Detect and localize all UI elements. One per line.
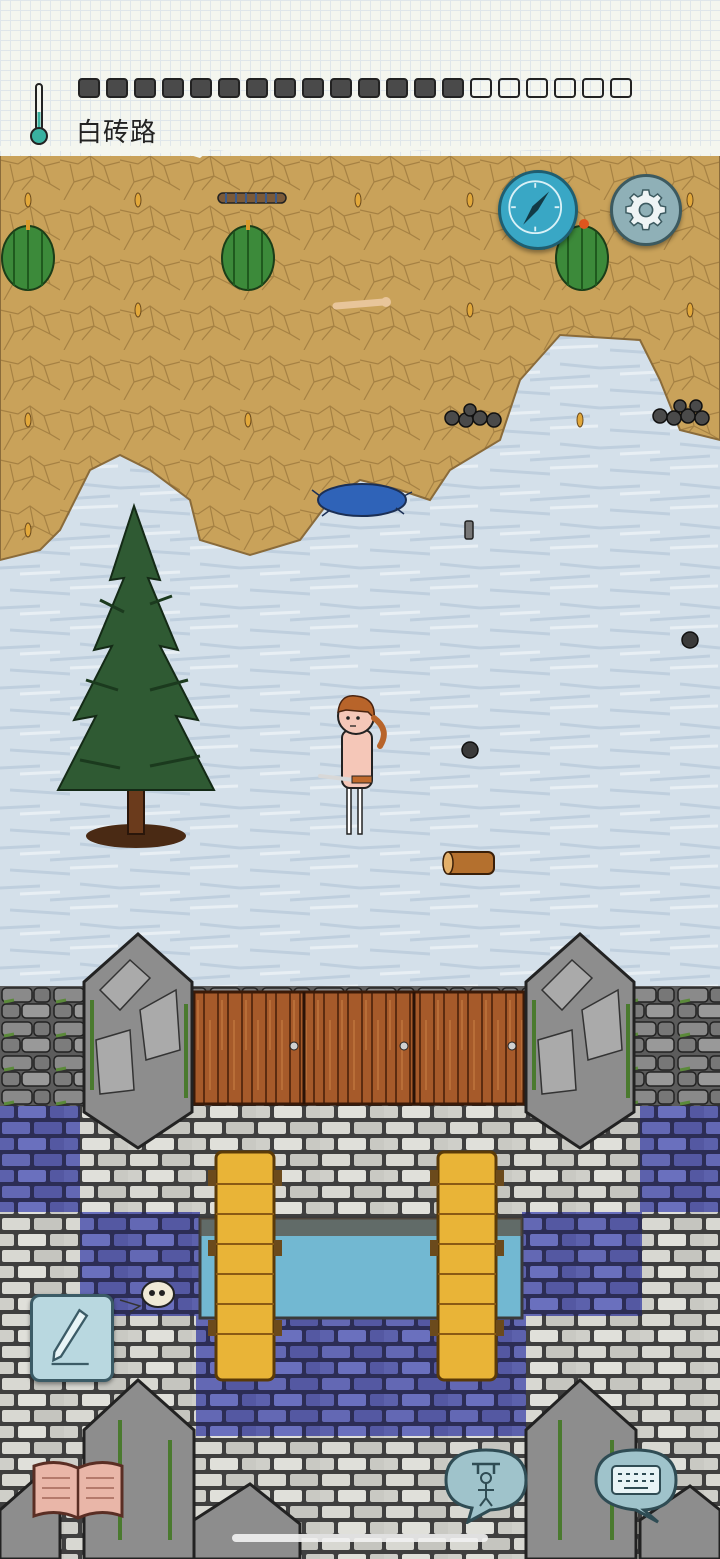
food-pip-full [190,78,212,98]
log-item[interactable] [442,851,495,875]
food-pip-full [246,78,268,98]
food-pip-full [274,78,296,98]
food-pip-full [106,78,128,98]
food-pip-full [358,78,380,98]
pencil-icon [51,1308,89,1366]
plank-bridge[interactable] [430,1150,504,1382]
food-pip-empty [526,78,548,98]
blue-brick-floor [0,1106,80,1212]
food-pip-empty [498,78,520,98]
round-stone[interactable] [681,631,699,649]
emote-button[interactable] [438,1444,534,1526]
home-indicator[interactable] [232,1534,488,1542]
food-pip-full [78,78,100,98]
food-pip-full [386,78,408,98]
food-pip-empty [610,78,632,98]
gear-icon [625,189,667,231]
blue-brick-floor [522,1212,642,1316]
flint-item[interactable] [464,520,474,540]
food-pip-full [302,78,324,98]
food-pip-empty [582,78,604,98]
plank-bridge[interactable] [208,1150,282,1382]
recipe-book-button[interactable] [30,1456,126,1522]
rope-item[interactable] [217,192,287,204]
book-icon [32,1461,124,1520]
round-stone[interactable] [461,741,479,759]
food-pip-empty [554,78,576,98]
food-pip-full [414,78,436,98]
food-pip-full [442,78,464,98]
food-meter [78,78,688,100]
food-pip-empty [470,78,492,98]
puppet-icon [444,1448,528,1526]
settings-button[interactable] [610,174,682,246]
wooden-gate[interactable] [192,990,526,1106]
note-button[interactable] [30,1294,114,1382]
blue-brick-floor [640,1106,720,1212]
status-bar: 白砖路 [0,0,720,156]
torn-paper-edge [0,146,720,158]
thermometer-icon [30,83,48,145]
compass-icon [508,180,563,235]
food-pip-full [162,78,184,98]
biome-label: 白砖路 [76,118,158,148]
stone-tower [82,931,194,1150]
keyboard-icon [594,1448,678,1524]
food-pip-full [134,78,156,98]
keyboard-button[interactable] [588,1444,684,1524]
food-pip-full [330,78,352,98]
compass-button[interactable] [498,170,578,250]
stone-tower [524,931,636,1150]
food-pip-full [218,78,240,98]
